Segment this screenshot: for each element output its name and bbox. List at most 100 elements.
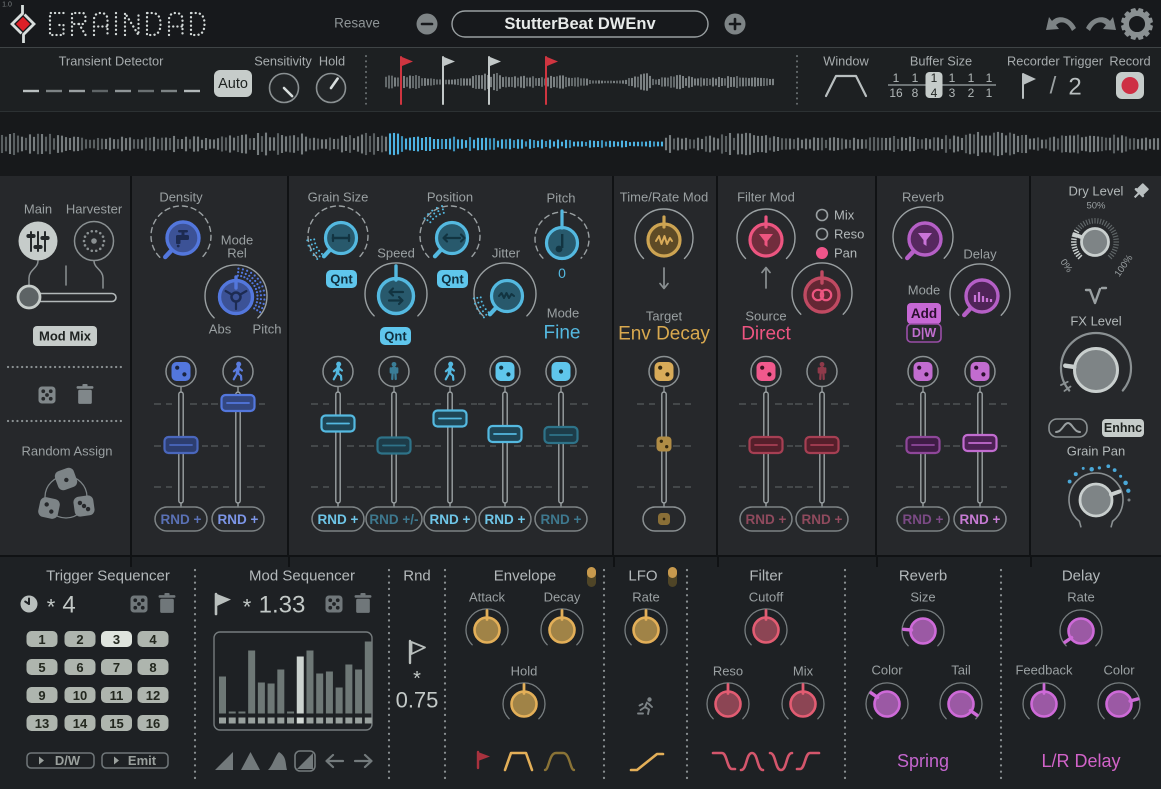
svg-text:4: 4 — [149, 632, 157, 647]
svg-text:Speed: Speed — [377, 246, 415, 261]
svg-text:Source: Source — [745, 309, 786, 324]
svg-text:14: 14 — [73, 716, 88, 731]
svg-text:Mix: Mix — [793, 664, 814, 679]
svg-text:Spring: Spring — [897, 751, 949, 771]
svg-text:Filter: Filter — [749, 568, 782, 585]
svg-text:1: 1 — [949, 71, 956, 85]
svg-text:Feedback: Feedback — [1015, 663, 1073, 678]
svg-text:2: 2 — [1068, 74, 1081, 101]
svg-text:Auto: Auto — [218, 76, 248, 92]
svg-text:Transient Detector: Transient Detector — [59, 54, 165, 69]
svg-text:Attack: Attack — [469, 590, 506, 605]
svg-text:2: 2 — [76, 632, 83, 647]
svg-text:0: 0 — [558, 265, 566, 281]
svg-text:Record: Record — [1109, 54, 1150, 69]
svg-text:Time/Rate Mod: Time/Rate Mod — [620, 190, 708, 205]
svg-text:Mod Mix: Mod Mix — [39, 329, 92, 344]
svg-text:Mod Sequencer: Mod Sequencer — [249, 568, 355, 585]
svg-text:Rate: Rate — [632, 590, 659, 605]
svg-text:RND +: RND + — [161, 512, 202, 527]
svg-text:RND +: RND + — [903, 512, 944, 527]
svg-text:Pitch: Pitch — [253, 322, 282, 337]
svg-text:15: 15 — [109, 716, 123, 731]
svg-text:Reverb: Reverb — [899, 568, 947, 585]
svg-text:Mix: Mix — [834, 208, 855, 223]
svg-text:Random Assign: Random Assign — [21, 444, 112, 459]
svg-text:Grain Pan: Grain Pan — [1067, 444, 1126, 459]
svg-text:Resave: Resave — [334, 16, 380, 31]
svg-text:Window: Window — [823, 54, 869, 69]
svg-text:Rate: Rate — [1067, 590, 1094, 605]
svg-text:Direct: Direct — [741, 324, 791, 345]
svg-text:100%: 100% — [1113, 252, 1136, 279]
svg-text:2: 2 — [968, 86, 975, 100]
svg-text:Density: Density — [159, 190, 203, 205]
svg-text:1: 1 — [893, 71, 900, 85]
svg-text:*: * — [47, 595, 56, 620]
svg-text:16: 16 — [146, 716, 160, 731]
svg-text:Color: Color — [871, 663, 903, 678]
svg-text:1: 1 — [912, 71, 919, 85]
svg-text:FX Level: FX Level — [1070, 314, 1121, 329]
svg-text:Filter Mod: Filter Mod — [737, 190, 795, 205]
svg-text:8: 8 — [912, 86, 919, 100]
svg-text:Env Decay: Env Decay — [618, 324, 710, 345]
svg-text:RND +: RND + — [746, 512, 787, 527]
svg-text:0%: 0% — [1058, 257, 1075, 275]
svg-text:9: 9 — [38, 688, 45, 703]
svg-text:5: 5 — [38, 660, 45, 675]
svg-text:Qnt: Qnt — [330, 272, 353, 287]
svg-text:RND +/-: RND +/- — [369, 512, 418, 527]
svg-text:Color: Color — [1103, 663, 1135, 678]
svg-text:Enhnc: Enhnc — [1104, 421, 1142, 435]
svg-text:Reverb: Reverb — [902, 190, 944, 205]
svg-text:Sensitivity: Sensitivity — [254, 54, 312, 69]
svg-text:10: 10 — [73, 688, 87, 703]
svg-text:Position: Position — [427, 190, 473, 205]
svg-text:Emit: Emit — [128, 753, 157, 768]
svg-text:Envelope: Envelope — [494, 568, 557, 585]
svg-text:Mode: Mode — [908, 283, 941, 298]
svg-text:Target: Target — [646, 309, 683, 324]
svg-text:Fine: Fine — [544, 323, 581, 344]
svg-text:RND +: RND + — [960, 512, 1001, 527]
svg-text:/: / — [1050, 73, 1057, 100]
svg-text:6: 6 — [76, 660, 83, 675]
svg-text:Hold: Hold — [319, 54, 345, 69]
svg-text:Main: Main — [24, 202, 52, 217]
svg-text:4: 4 — [931, 86, 938, 100]
svg-text:Hold: Hold — [511, 664, 538, 679]
svg-text:50%: 50% — [1086, 201, 1106, 212]
svg-text:Jitter: Jitter — [492, 246, 521, 261]
svg-text:Dry Level: Dry Level — [1069, 184, 1124, 199]
svg-text:1: 1 — [931, 71, 938, 85]
svg-text:Buffer Size: Buffer Size — [910, 54, 972, 69]
svg-text:Add: Add — [911, 306, 937, 321]
svg-text:Mode: Mode — [547, 306, 580, 321]
svg-text:4: 4 — [62, 592, 75, 619]
svg-text:3: 3 — [113, 632, 120, 647]
svg-text:StutterBeat DWEnv: StutterBeat DWEnv — [504, 15, 656, 33]
svg-text:Recorder Trigger: Recorder Trigger — [1007, 54, 1104, 69]
svg-text:Delay: Delay — [963, 247, 997, 262]
svg-text:Rel: Rel — [227, 246, 247, 261]
svg-text:8: 8 — [149, 660, 156, 675]
svg-text:Qnt: Qnt — [384, 329, 407, 344]
svg-text:RND +: RND + — [218, 512, 259, 527]
svg-text:Delay: Delay — [1062, 568, 1101, 585]
svg-text:Cutoff: Cutoff — [749, 590, 784, 605]
svg-text:RND +: RND + — [802, 512, 843, 527]
svg-text:Qnt: Qnt — [441, 272, 464, 287]
svg-text:1: 1 — [38, 632, 45, 647]
svg-text:3: 3 — [949, 86, 956, 100]
svg-text:13: 13 — [35, 716, 49, 731]
svg-text:L/R Delay: L/R Delay — [1041, 751, 1120, 771]
svg-text:0.75: 0.75 — [396, 688, 439, 713]
svg-text:Tail: Tail — [951, 663, 971, 678]
svg-text:LFO: LFO — [628, 568, 657, 585]
svg-text:Trigger Sequencer: Trigger Sequencer — [46, 568, 170, 585]
svg-text:Size: Size — [910, 590, 935, 605]
svg-text:16: 16 — [889, 86, 903, 100]
svg-text:D/W: D/W — [55, 753, 81, 768]
svg-text:1.0: 1.0 — [2, 2, 12, 9]
